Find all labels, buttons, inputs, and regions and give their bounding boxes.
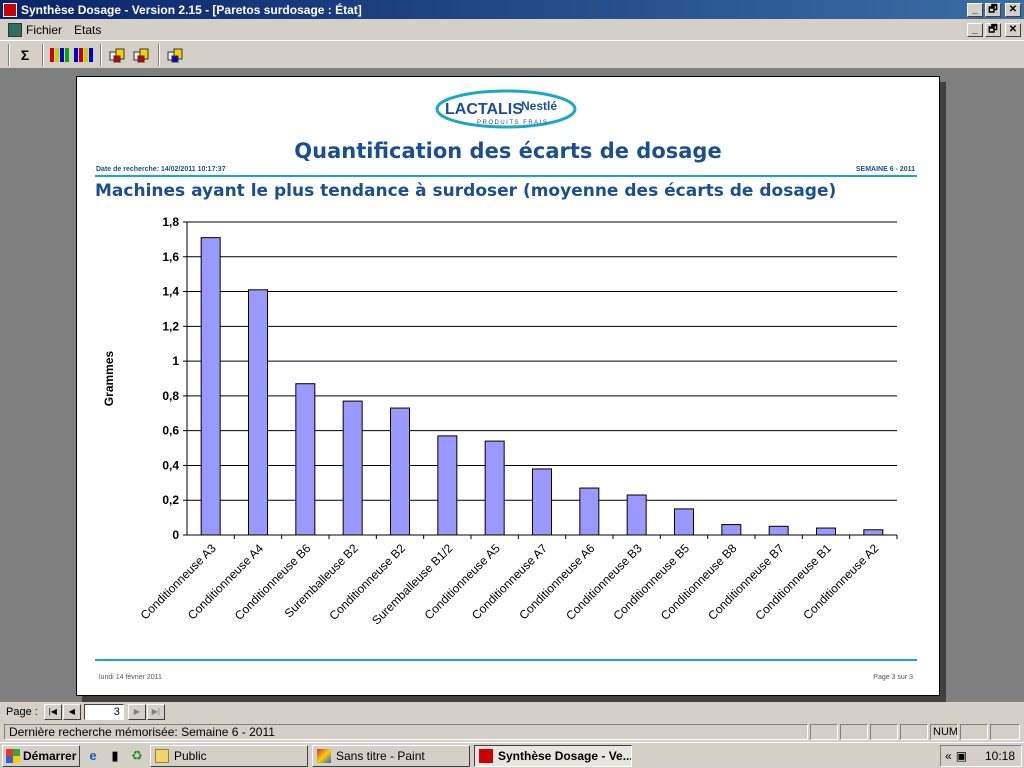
bar (437, 435, 458, 536)
task-synthese-dosage[interactable]: Synthèse Dosage - Ve... (474, 744, 632, 767)
app-icon (479, 748, 493, 763)
books-blue-icon[interactable] (72, 44, 94, 66)
doc-restore-button[interactable]: 🗗 (985, 22, 1001, 37)
window-title-bar[interactable]: Synthèse Dosage - Version 2.15 - [Pareto… (0, 0, 1024, 19)
close-button[interactable]: ✕ (1005, 2, 1021, 17)
status-text: Dernière recherche mémorisée: Semaine 6 … (4, 724, 808, 740)
network-icon[interactable]: ▣ (956, 749, 967, 763)
recycle-icon[interactable]: ♻ (128, 747, 146, 765)
page-number-input[interactable]: 3 (83, 704, 124, 720)
toolbar: Σ (0, 41, 1024, 69)
task-paint[interactable]: Sans titre - Paint (312, 744, 470, 767)
server-icon[interactable]: ▮ (106, 747, 124, 765)
menu-etats[interactable]: Etats (74, 23, 101, 37)
task-label: Synthèse Dosage - Ve... (498, 748, 632, 763)
bar (816, 527, 836, 536)
pareto-bar-chart: 00,20,40,60,811,21,41,61,8GrammesConditi… (102, 215, 898, 628)
bar (295, 383, 316, 536)
y-tick-label: 0 (172, 528, 179, 542)
num-lock-indicator: NUM (930, 724, 958, 740)
status-panel (810, 724, 838, 740)
next-page-button[interactable]: ▶ (127, 704, 146, 720)
status-bar: Dernière recherche mémorisée: Semaine 6 … (0, 722, 1024, 742)
footer-rule (95, 659, 917, 661)
ie-icon[interactable]: e (84, 747, 102, 765)
start-label: Démarrer (23, 748, 77, 763)
paint-icon (317, 748, 331, 763)
status-panel (990, 724, 1020, 740)
bar (721, 524, 742, 536)
window-title: Synthèse Dosage - Version 2.15 - [Pareto… (21, 2, 362, 17)
status-panel (870, 724, 898, 740)
minimize-button[interactable]: _ (967, 2, 983, 17)
y-tick-label: 0,6 (162, 424, 179, 438)
cube-chart-icon[interactable] (130, 44, 152, 66)
bar (248, 289, 268, 536)
first-page-button[interactable]: |◀ (43, 704, 62, 720)
clock[interactable]: 10:18 (985, 749, 1015, 763)
task-label: Public (174, 748, 207, 763)
document-icon[interactable] (8, 22, 22, 37)
status-panel (840, 724, 868, 740)
report-page: LACTALIS Nestlé PRODUITS FRAIS Quantific… (76, 76, 940, 696)
bar (200, 237, 221, 536)
toolbar-separator (42, 43, 44, 66)
bar (768, 525, 789, 536)
footer-date: lundi 14 février 2011 (99, 674, 162, 681)
toolbar-separator (158, 43, 160, 66)
bar (532, 468, 552, 536)
y-axis-label: Grammes (102, 350, 116, 406)
y-tick-label: 1,8 (162, 215, 179, 229)
last-page-button[interactable]: ▶| (146, 704, 165, 720)
sum-button[interactable]: Σ (14, 44, 36, 66)
toolbar-grip (8, 43, 10, 66)
doc-close-button[interactable]: ✕ (1005, 22, 1021, 37)
menu-bar: Fichier Etats _ 🗗 ✕ (0, 19, 1024, 41)
windows-logo-icon (6, 748, 20, 763)
task-public[interactable]: Public (150, 744, 308, 767)
tray-chevron-icon[interactable]: « (945, 749, 952, 763)
books-icon[interactable] (48, 44, 70, 66)
task-label: Sans titre - Paint (336, 748, 425, 763)
y-tick-label: 0,2 (162, 493, 179, 507)
status-panel (960, 724, 988, 740)
system-tray: « ▣ 10:18 (940, 744, 1022, 767)
y-tick-label: 1,2 (162, 319, 179, 333)
cube-report-icon[interactable] (164, 44, 186, 66)
bar (626, 494, 647, 536)
x-tick-label: Suremballeuse B1/2 (369, 541, 456, 628)
footer-page: Page 3 sur 3 (873, 674, 913, 681)
y-tick-label: 1,6 (162, 250, 179, 264)
page-label: Page : (6, 706, 38, 718)
restore-button[interactable]: 🗗 (985, 2, 1001, 17)
bar (342, 400, 363, 536)
bar (579, 487, 600, 536)
doc-minimize-button[interactable]: _ (967, 22, 983, 37)
bar (674, 508, 694, 536)
y-tick-label: 1 (172, 354, 179, 368)
cube-chart-icon[interactable] (106, 44, 128, 66)
page-navigation: Page : |◀ ◀ 3 ▶ ▶| (0, 702, 1024, 722)
y-tick-label: 0,8 (162, 389, 179, 403)
bar (863, 529, 884, 536)
bar (484, 440, 505, 536)
app-icon[interactable] (3, 2, 17, 17)
y-tick-label: 0,4 (162, 458, 179, 472)
taskbar: Démarrer e ▮ ♻ Public Sans titre - Paint… (0, 742, 1024, 768)
start-button[interactable]: Démarrer (2, 744, 80, 767)
menu-fichier[interactable]: Fichier (26, 23, 62, 37)
status-panel (900, 724, 928, 740)
bar (390, 407, 410, 536)
prev-page-button[interactable]: ◀ (62, 704, 81, 720)
folder-icon (155, 748, 169, 763)
y-tick-label: 1,4 (162, 285, 179, 299)
toolbar-separator (100, 43, 102, 66)
